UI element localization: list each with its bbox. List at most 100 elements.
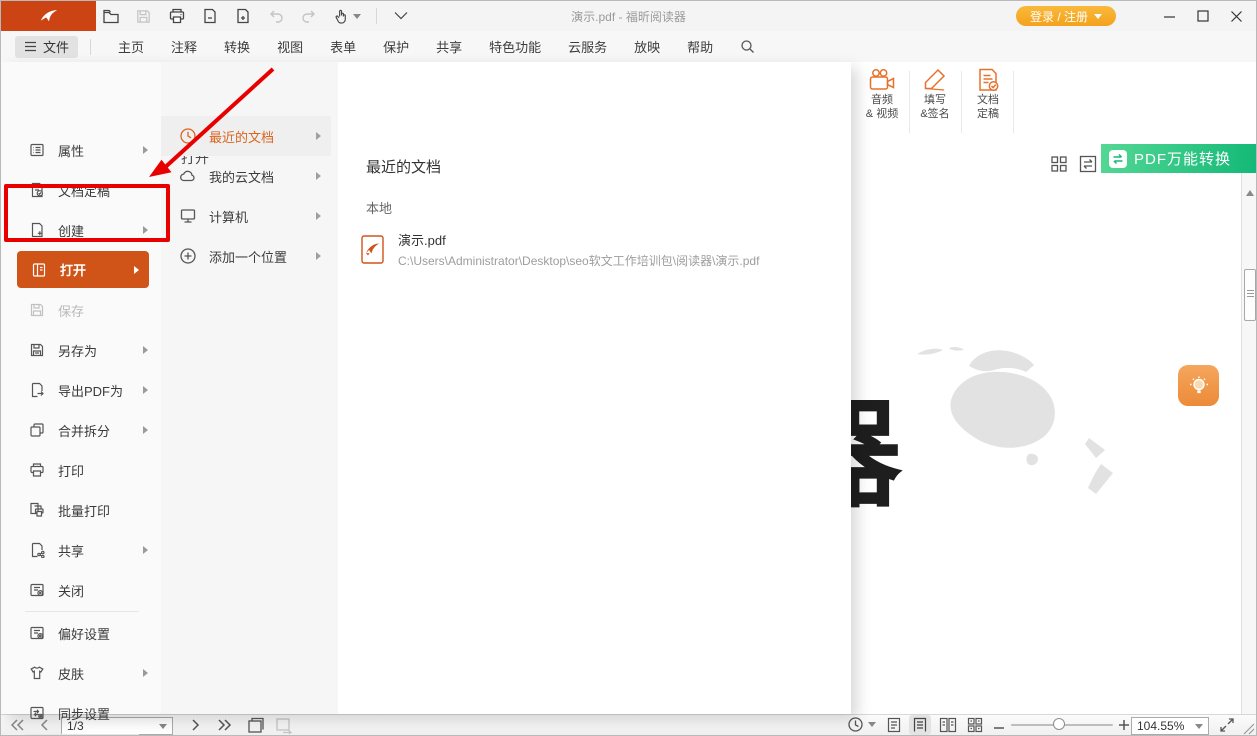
menu-item-properties[interactable]: 属性 <box>1 130 161 170</box>
redo-icon[interactable] <box>299 7 318 26</box>
audio-video-button[interactable]: 音频 & 视频 <box>855 67 909 137</box>
menu-item-label: 合并拆分 <box>58 421 110 440</box>
menu-item-export-pdf[interactable]: 导出PDF为 <box>1 370 161 410</box>
zoom-slider-knob[interactable] <box>1053 718 1065 730</box>
pdf-file-icon <box>361 235 384 264</box>
search-icon[interactable] <box>740 39 755 54</box>
open-item-add-place[interactable]: 添加一个位置 <box>161 236 331 276</box>
doc-finalize-label-line2: 定稿 <box>977 107 999 121</box>
hand-tool-icon[interactable] <box>332 7 362 26</box>
single-page-view-icon[interactable] <box>883 715 905 735</box>
resize-grip[interactable] <box>1241 721 1255 735</box>
world-map-graphic <box>851 338 1241 518</box>
next-view-icon[interactable] <box>275 717 293 734</box>
menu-item-batch-print[interactable]: 批量打印 <box>1 490 161 530</box>
menu-item-print[interactable]: 打印 <box>1 450 161 490</box>
tab-features[interactable]: 特色功能 <box>489 37 541 56</box>
zoom-out-button[interactable] <box>993 722 1005 734</box>
previous-view-icon[interactable] <box>247 717 265 734</box>
tab-home[interactable]: 主页 <box>118 37 144 56</box>
menu-item-merge-split[interactable]: 合并拆分 <box>1 410 161 450</box>
open-file-icon[interactable] <box>101 7 120 26</box>
menu-item-finalize[interactable]: 文档定稿 <box>1 170 161 210</box>
fill-sign-button[interactable]: 填写 &签名 <box>908 67 962 137</box>
submenu-arrow-icon <box>143 386 148 394</box>
open-item-recent-documents[interactable]: 最近的文档 <box>161 116 331 156</box>
menu-item-close[interactable]: 关闭 <box>1 570 161 610</box>
open-item-label: 我的云文档 <box>209 167 274 186</box>
undo-icon[interactable] <box>266 7 285 26</box>
recent-file-item[interactable]: 演示.pdf C:\Users\Administrator\Desktop\se… <box>361 228 831 270</box>
lightbulb-tip-button[interactable] <box>1178 365 1219 406</box>
submenu-arrow-icon <box>316 172 321 180</box>
save-icon[interactable] <box>134 7 153 26</box>
maximize-button[interactable] <box>1186 1 1220 31</box>
zoom-box-caret-icon <box>1195 724 1203 729</box>
last-page-button[interactable] <box>217 719 233 731</box>
thumbnail-grid-icon[interactable] <box>1050 155 1068 173</box>
tab-protect[interactable]: 保护 <box>383 37 409 56</box>
tab-convert[interactable]: 转换 <box>224 37 250 56</box>
tab-help[interactable]: 帮助 <box>687 37 713 56</box>
next-page-button[interactable] <box>191 719 201 731</box>
tab-form[interactable]: 表单 <box>330 37 356 56</box>
fullscreen-button[interactable] <box>1219 717 1235 733</box>
continuous-view-icon[interactable] <box>909 715 931 735</box>
tab-share[interactable]: 共享 <box>436 37 462 56</box>
pdf-convert-button[interactable]: PDF万能转换 <box>1101 144 1257 173</box>
pdf-convert-label: PDF万能转换 <box>1134 148 1231 169</box>
print-icon[interactable] <box>167 7 186 26</box>
minimize-button[interactable] <box>1152 1 1186 31</box>
close-button[interactable] <box>1219 1 1253 31</box>
open-item-label: 添加一个位置 <box>209 247 287 266</box>
recent-group-label: 本地 <box>366 198 392 217</box>
menu-item-preferences[interactable]: 偏好设置 <box>1 613 161 653</box>
autoscroll-caret-icon <box>868 722 876 727</box>
zoom-level-box[interactable]: 104.55% <box>1131 717 1209 735</box>
add-place-icon <box>179 247 197 265</box>
customize-toolbar-icon[interactable] <box>391 7 410 26</box>
open-item-computer[interactable]: 计算机 <box>161 196 331 236</box>
create-icon <box>28 222 45 239</box>
menu-divider <box>90 39 91 55</box>
menu-item-share[interactable]: 共享 <box>1 530 161 570</box>
tab-comment[interactable]: 注释 <box>171 37 197 56</box>
submenu-arrow-icon <box>143 146 148 154</box>
menu-item-label: 另存为 <box>58 341 97 360</box>
autoscroll-button[interactable] <box>847 716 876 733</box>
login-button[interactable]: 登录 / 注册 <box>1016 6 1116 26</box>
file-menu-button[interactable]: 文件 <box>15 36 78 58</box>
new-document-icon[interactable] <box>233 7 252 26</box>
facing-view-icon[interactable] <box>937 715 959 735</box>
grid-view-icon[interactable] <box>964 715 986 735</box>
menu-item-save[interactable]: 保存 <box>1 290 161 330</box>
scrollbar-grip <box>1245 290 1255 297</box>
foxit-logo-icon[interactable] <box>1 1 96 31</box>
save-icon <box>28 302 45 319</box>
menu-item-skin[interactable]: 皮肤 <box>1 653 161 693</box>
scroll-up-icon[interactable] <box>1245 189 1255 197</box>
tab-view[interactable]: 视图 <box>277 37 303 56</box>
login-label: 登录 / 注册 <box>1030 8 1088 25</box>
doc-finalize-button[interactable]: 文档 定稿 <box>961 67 1015 137</box>
page-remove-icon[interactable] <box>200 7 219 26</box>
menu-item-sync-settings[interactable]: 同步设置 <box>1 693 161 733</box>
zoom-in-button[interactable] <box>1118 719 1130 731</box>
menu-item-label: 偏好设置 <box>58 624 110 643</box>
menu-item-open[interactable]: 打开 <box>17 251 149 288</box>
submenu-arrow-icon <box>143 669 148 677</box>
menu-bar: 文件 主页 注释 转换 视图 表单 保护 共享 特色功能 云服务 放映 帮助 <box>1 31 1256 63</box>
menu-item-create[interactable]: 创建 <box>1 210 161 250</box>
scrollbar-thumb[interactable] <box>1244 269 1256 321</box>
open-item-cloud-documents[interactable]: 我的云文档 <box>161 156 331 196</box>
swap-view-icon[interactable] <box>1079 155 1097 173</box>
menu-item-label: 打印 <box>58 461 84 480</box>
menu-item-save-as[interactable]: 另存为 <box>1 330 161 370</box>
menu-item-label: 导出PDF为 <box>58 381 123 400</box>
vertical-scrollbar[interactable] <box>1242 173 1257 714</box>
share-icon <box>28 542 45 559</box>
tab-cloud[interactable]: 云服务 <box>568 37 607 56</box>
menu-item-label: 创建 <box>58 221 84 240</box>
tab-slideshow[interactable]: 放映 <box>634 37 660 56</box>
submenu-arrow-icon <box>316 252 321 260</box>
